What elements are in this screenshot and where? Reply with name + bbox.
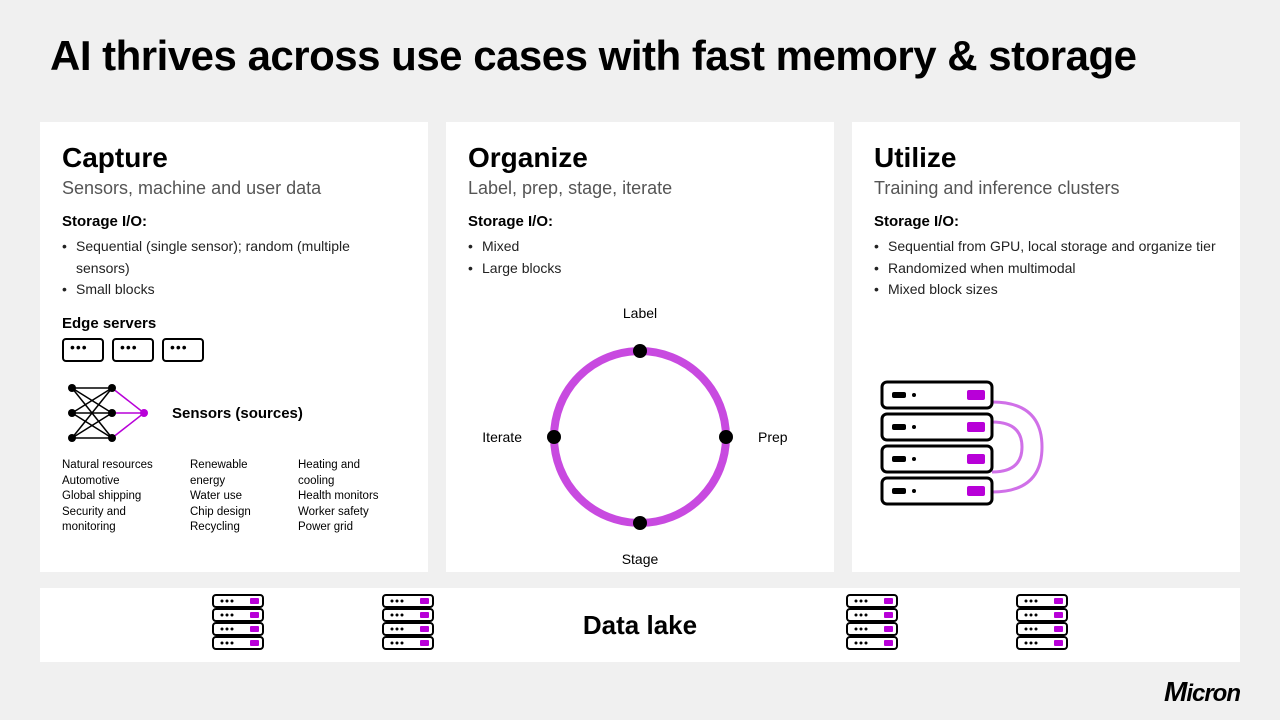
- utilize-subtitle: Training and inference clusters: [874, 178, 1218, 199]
- utilize-bullet: Randomized when multimodal: [874, 258, 1218, 280]
- server-icon: [162, 338, 204, 362]
- cycle-diagram: Label Prep Stage Iterate: [530, 327, 750, 547]
- cycle-circle-icon: [530, 327, 750, 547]
- cards-row: Capture Sensors, machine and user data S…: [40, 122, 1240, 572]
- server-stack-icon: [1014, 592, 1070, 659]
- utilize-bullets: Sequential from GPU, local storage and o…: [874, 236, 1218, 301]
- utilize-io-label: Storage I/O:: [874, 213, 1218, 230]
- cycle-label-left: Iterate: [482, 429, 522, 445]
- cycle-label-top: Label: [623, 305, 657, 321]
- server-stack-icon: [844, 592, 900, 659]
- card-organize: Organize Label, prep, stage, iterate Sto…: [446, 122, 834, 572]
- sources-col: Heating and cooling Health monitors Work…: [298, 458, 398, 536]
- organize-bullets: Mixed Large blocks: [468, 236, 812, 279]
- card-capture: Capture Sensors, machine and user data S…: [40, 122, 428, 572]
- sensors-label: Sensors (sources): [172, 405, 303, 422]
- organize-bullet: Mixed: [468, 236, 812, 258]
- organize-subtitle: Label, prep, stage, iterate: [468, 178, 812, 199]
- edge-servers-icons: [62, 338, 406, 362]
- data-lake-strip: Data lake: [40, 588, 1240, 662]
- organize-io-label: Storage I/O:: [468, 213, 812, 230]
- neural-net-icon: [62, 378, 152, 448]
- capture-heading: Capture: [62, 142, 406, 174]
- sources-col: Renewable energy Water use Chip design R…: [190, 458, 280, 536]
- cycle-label-right: Prep: [758, 429, 788, 445]
- organize-heading: Organize: [468, 142, 812, 174]
- sensor-sources: Natural resources Automotive Global ship…: [62, 458, 406, 536]
- capture-bullet: Small blocks: [62, 279, 406, 301]
- server-stack-icon: [210, 592, 266, 659]
- utilize-bullet: Sequential from GPU, local storage and o…: [874, 236, 1218, 258]
- card-utilize: Utilize Training and inference clusters …: [852, 122, 1240, 572]
- data-lake-label: Data lake: [583, 610, 697, 641]
- capture-io-label: Storage I/O:: [62, 213, 406, 230]
- server-cluster-icon: [872, 372, 1072, 527]
- server-stack-icon: [380, 592, 436, 659]
- cycle-label-bottom: Stage: [622, 551, 659, 567]
- brand-logo: Micron: [1164, 676, 1240, 708]
- slide-title: AI thrives across use cases with fast me…: [50, 32, 1136, 80]
- capture-bullet: Sequential (single sensor); random (mult…: [62, 236, 406, 279]
- utilize-bullet: Mixed block sizes: [874, 279, 1218, 301]
- capture-subtitle: Sensors, machine and user data: [62, 178, 406, 199]
- sources-col: Natural resources Automotive Global ship…: [62, 458, 172, 536]
- server-icon: [62, 338, 104, 362]
- utilize-heading: Utilize: [874, 142, 1218, 174]
- capture-bullets: Sequential (single sensor); random (mult…: [62, 236, 406, 301]
- edge-servers-label: Edge servers: [62, 315, 406, 332]
- organize-bullet: Large blocks: [468, 258, 812, 280]
- server-icon: [112, 338, 154, 362]
